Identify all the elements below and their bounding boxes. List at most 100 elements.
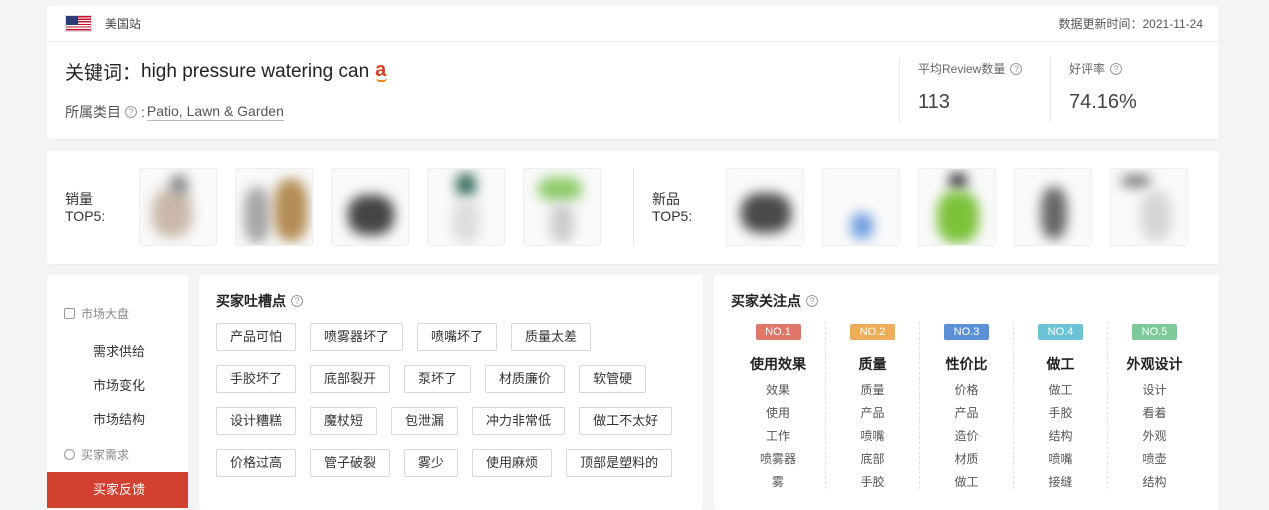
complaint-tag[interactable]: 顶部是塑料的 <box>566 449 673 477</box>
focus-column: NO.5 外观设计 设计 看着 外观 喷壶 结构 <box>1107 322 1201 489</box>
help-icon[interactable]: ? <box>125 106 137 118</box>
complaint-tag[interactable]: 使用麻烦 <box>472 449 553 477</box>
category-value[interactable]: Patio, Lawn & Garden <box>146 103 284 121</box>
sidebar-group-buyer-needs[interactable]: 买家需求 <box>64 446 129 463</box>
keyword-summary-card: 美国站 数据更新时间：2021-11-24 关键词： high pressure… <box>47 6 1219 139</box>
rank-badge: NO.3 <box>944 324 989 340</box>
complaint-tag[interactable]: 管子破裂 <box>310 449 391 477</box>
buyer-complaints-card: 买家吐槽点 ? 产品可怕 喷雾器坏了 喷嘴坏了 质量太差 手胶坏了 底部裂开 泵… <box>199 275 703 510</box>
focus-word: 效果 <box>765 383 790 397</box>
focus-word: 材质 <box>954 452 979 466</box>
complaint-tag[interactable]: 软管硬 <box>579 365 647 393</box>
focus-column: NO.2 质量 质量 产品 喷嘴 底部 手胶 <box>825 322 919 489</box>
product-thumbnail[interactable] <box>523 168 601 246</box>
complaint-tag[interactable]: 产品可怕 <box>216 323 297 351</box>
focus-word: 做工 <box>1048 383 1073 397</box>
complaint-tag[interactable]: 喷雾器坏了 <box>310 323 404 351</box>
help-icon[interactable]: ? <box>1110 62 1123 75</box>
chat-icon <box>64 449 75 460</box>
focus-column: NO.3 性价比 价格 产品 造价 材质 做工 <box>919 322 1013 489</box>
product-thumbnail[interactable] <box>139 168 217 246</box>
complaint-tag[interactable]: 做工不太好 <box>579 407 673 435</box>
product-thumbnail[interactable] <box>331 168 409 246</box>
amazon-logo-icon[interactable]: a <box>375 59 388 82</box>
sales-top5-label: 销量 TOP5: <box>65 191 106 224</box>
category-label: 所属类目 <box>65 104 121 120</box>
product-thumbnail[interactable] <box>235 168 313 246</box>
product-thumbnail[interactable] <box>822 168 900 246</box>
sidebar-group-market[interactable]: 市场大盘 <box>64 305 129 322</box>
buyer-focus-card: 买家关注点 ? NO.1 使用效果 效果 使用 工作 喷雾器 雾 NO.2 质量… <box>714 275 1219 510</box>
help-icon[interactable]: ? <box>806 295 818 307</box>
complaint-tag[interactable]: 冲力非常低 <box>472 407 566 435</box>
focus-word: 雾 <box>771 475 784 489</box>
complaint-tag[interactable]: 质量太差 <box>511 323 592 351</box>
tag-row: 价格过高 管子破裂 雾少 使用麻烦 顶部是塑料的 <box>216 449 673 477</box>
focus-word: 看着 <box>1142 406 1167 420</box>
complaint-tag[interactable]: 价格过高 <box>216 449 297 477</box>
focus-word: 外观 <box>1142 429 1167 443</box>
complaint-tag[interactable]: 雾少 <box>404 449 459 477</box>
focus-word: 结构 <box>1048 429 1073 443</box>
panel-title: 买家吐槽点 ? <box>216 291 307 311</box>
focus-title: 使用效果 <box>750 356 806 372</box>
help-icon[interactable]: ? <box>291 295 303 307</box>
sidebar-group-label: 市场大盘 <box>81 307 130 321</box>
product-thumbnail[interactable] <box>1014 168 1092 246</box>
product-thumbnail[interactable] <box>1110 168 1188 246</box>
keyword-text: high pressure watering can <box>141 60 370 82</box>
focus-word: 手胶 <box>860 475 885 489</box>
product-thumbnail[interactable] <box>427 168 505 246</box>
stat-divider <box>899 58 900 122</box>
us-flag-icon <box>65 15 92 32</box>
focus-word: 工作 <box>765 429 790 443</box>
new-top5-label: 新品 TOP5: <box>652 191 693 224</box>
top5-card: 销量 TOP5: 新品 TOP5: <box>47 151 1219 264</box>
keyword-area: 关键词： high pressure watering can a 所属类目 ?… <box>65 58 388 122</box>
stat-value: 74.16% <box>1069 91 1137 113</box>
sidebar-item-market-change[interactable]: 市场变化 <box>47 375 188 394</box>
top5-divider <box>633 168 634 246</box>
stat-label: 好评率 <box>1069 62 1106 76</box>
focus-word: 产品 <box>860 406 885 420</box>
focus-title: 质量 <box>858 356 887 372</box>
focus-column: NO.4 做工 做工 手胶 结构 喷嘴 接缝 <box>1013 322 1107 489</box>
rank-badge: NO.5 <box>1132 324 1177 340</box>
focus-title: 做工 <box>1046 356 1075 372</box>
tag-row: 手胶坏了 底部裂开 泵坏了 材质廉价 软管硬 <box>216 365 647 393</box>
category-line: 所属类目 ? : Patio, Lawn & Garden <box>65 102 386 122</box>
complaint-tag[interactable]: 包泄漏 <box>391 407 459 435</box>
chart-icon <box>64 308 75 319</box>
complaint-tag[interactable]: 手胶坏了 <box>216 365 297 393</box>
focus-word: 做工 <box>954 475 979 489</box>
focus-word: 使用 <box>765 406 790 420</box>
sidebar-item-supply-demand[interactable]: 需求供给 <box>47 341 188 360</box>
sidebar-item-market-structure[interactable]: 市场结构 <box>47 409 188 428</box>
focus-word: 喷嘴 <box>1048 452 1073 466</box>
focus-columns: NO.1 使用效果 效果 使用 工作 喷雾器 雾 NO.2 质量 质量 产品 喷… <box>714 322 1219 489</box>
rank-badge: NO.1 <box>755 324 801 340</box>
complaint-tag[interactable]: 魔杖短 <box>310 407 378 435</box>
focus-word: 喷嘴 <box>860 429 885 443</box>
complaint-tag[interactable]: 喷嘴坏了 <box>417 323 498 351</box>
keyword-line: 关键词： high pressure watering can a <box>65 58 388 85</box>
product-thumbnail[interactable] <box>726 168 804 246</box>
sidebar-group-label: 买家需求 <box>81 448 130 462</box>
sidebar-item-buyer-feedback[interactable]: 买家反馈 <box>47 472 188 508</box>
focus-word: 设计 <box>1142 383 1167 397</box>
complaint-tag[interactable]: 设计糟糕 <box>216 407 297 435</box>
focus-word: 价格 <box>954 383 979 397</box>
product-thumbnail[interactable] <box>918 168 996 246</box>
complaint-tag[interactable]: 底部裂开 <box>310 365 391 393</box>
focus-word: 接缝 <box>1048 475 1073 489</box>
category-sep: : <box>141 104 145 120</box>
stat-value: 113 <box>918 91 950 113</box>
complaint-tag[interactable]: 泵坏了 <box>404 365 472 393</box>
focus-title: 外观设计 <box>1126 356 1183 372</box>
help-icon[interactable]: ? <box>1010 62 1023 75</box>
complaint-tag[interactable]: 材质廉价 <box>485 365 566 393</box>
rank-badge: NO.2 <box>850 324 895 340</box>
focus-word: 结构 <box>1142 475 1167 489</box>
focus-column: NO.1 使用效果 效果 使用 工作 喷雾器 雾 <box>731 322 825 489</box>
tag-row: 设计糟糕 魔杖短 包泄漏 冲力非常低 做工不太好 <box>216 407 673 435</box>
